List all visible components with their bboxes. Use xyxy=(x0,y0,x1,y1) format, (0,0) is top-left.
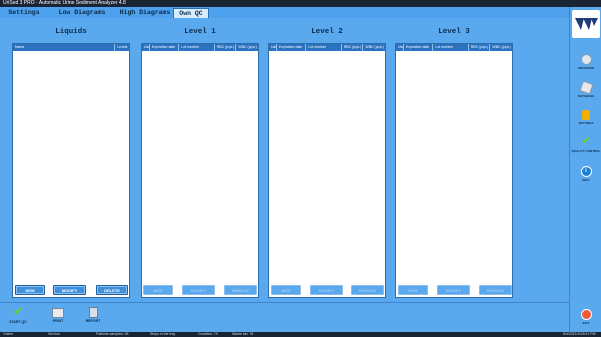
liquids-title: Liquids xyxy=(55,28,87,36)
col-expiration-date[interactable]: Expiration date xyxy=(277,44,307,51)
report-icon xyxy=(88,307,98,318)
level-2-header: Use Expiration date Lot number RBC (p/µL… xyxy=(269,44,385,51)
printer-icon xyxy=(52,308,64,318)
modify-liquid-button[interactable]: MODIFY xyxy=(53,285,86,295)
status-datetime: 8/4/2023 8:28:01 PM xyxy=(563,332,596,336)
col-rbc[interactable]: RBC (p/µL) xyxy=(215,44,237,51)
sidebar-item-label: QUALITY CONTROL xyxy=(571,149,601,153)
gear-icon xyxy=(580,54,592,65)
info-icon: i xyxy=(580,166,592,177)
col-name[interactable]: Name xyxy=(13,44,116,51)
col-use[interactable]: Use xyxy=(396,44,404,51)
col-expiration-date[interactable]: Expiration date xyxy=(150,44,180,51)
col-lot-number[interactable]: Lot number xyxy=(306,44,342,51)
report-button[interactable]: REPORT xyxy=(78,305,108,331)
sidebar-item-label: DATABASE xyxy=(577,94,595,98)
col-use[interactable]: Use xyxy=(142,44,150,51)
level-1-new-button[interactable]: NEW xyxy=(143,285,173,295)
status-online: Online xyxy=(3,332,14,336)
power-icon xyxy=(580,309,592,320)
sidebar-item-program[interactable]: PROGRAM xyxy=(571,52,601,76)
brand-logo xyxy=(572,10,600,38)
right-sidebar: PROGRAM DATABASE SETTINGS ✔ QUALITY CONT… xyxy=(569,7,601,337)
liquids-header: Name Levels xyxy=(13,44,129,51)
new-liquid-button[interactable]: NEW xyxy=(15,285,45,295)
level-1-modify-button[interactable]: MODIFY xyxy=(182,285,215,295)
tab-own-qc[interactable]: Own QC xyxy=(173,8,209,18)
level-3-remove-button[interactable]: REMOVE xyxy=(479,285,512,295)
sidebar-item-quality-control[interactable]: ✔ QUALITY CONTROL xyxy=(571,136,601,160)
status-bar: Online Service Patients samples: 45 Stri… xyxy=(0,332,601,337)
sidebar-item-info[interactable]: i INFO xyxy=(571,164,601,188)
sidebar-item-settings[interactable]: SETTINGS xyxy=(571,108,601,132)
delete-liquid-button[interactable]: DELETE xyxy=(96,285,128,295)
col-rbc[interactable]: RBC (p/µL) xyxy=(469,44,491,51)
bottom-button-label: REPORT xyxy=(85,319,101,323)
bottom-toolbar: ✔ START QC PRINT REPORT xyxy=(0,302,569,332)
col-expiration-date[interactable]: Expiration date xyxy=(404,44,434,51)
level-2-table[interactable]: Use Expiration date Lot number RBC (p/µL… xyxy=(268,43,386,298)
col-use[interactable]: Use xyxy=(269,44,277,51)
sidebar-item-label: INFO xyxy=(582,178,590,182)
print-button[interactable]: PRINT xyxy=(43,305,73,331)
logo-icon xyxy=(575,18,598,30)
exit-label: EXIT xyxy=(582,321,590,325)
level-1-header: Use Expiration date Lot number RBC (p/µL… xyxy=(142,44,258,51)
database-icon xyxy=(578,80,594,95)
status-service: Service xyxy=(48,332,60,336)
sidebar-item-database[interactable]: DATABASE xyxy=(571,80,601,104)
col-lot-number[interactable]: Lot number xyxy=(179,44,215,51)
level-2-new-button[interactable]: NEW xyxy=(271,285,301,295)
col-wbc[interactable]: WBC (p/µL) xyxy=(236,44,258,51)
tab-bar: Settings Low Diagrams High Diagrams Own … xyxy=(0,7,601,18)
col-lot-number[interactable]: Lot number xyxy=(433,44,469,51)
col-rbc[interactable]: RBC (p/µL) xyxy=(342,44,364,51)
sidebar-item-label: PROGRAM xyxy=(578,66,594,70)
checkmark-icon: ✔ xyxy=(581,136,591,147)
level-3-header: Use Expiration date Lot number RBC (p/µL… xyxy=(396,44,512,51)
level-2-modify-button[interactable]: MODIFY xyxy=(310,285,343,295)
window-title: UriSed 3 PRO - Automatic Urine Sediment … xyxy=(0,0,601,7)
status-strips: Strips in the tray xyxy=(150,332,176,336)
status-patients: Patients samples: 45 xyxy=(96,332,129,336)
level-1-table[interactable]: Use Expiration date Lot number RBC (p/µL… xyxy=(141,43,259,298)
level-1-title: Level 1 xyxy=(184,28,216,36)
tab-low-diagrams[interactable]: Low Diagrams xyxy=(53,8,111,18)
col-wbc[interactable]: WBC (p/µL) xyxy=(363,44,385,51)
status-waste-bin: Waste bin: 78 xyxy=(232,332,254,336)
start-qc-button[interactable]: ✔ START QC xyxy=(3,305,33,331)
level-1-remove-button[interactable]: REMOVE xyxy=(224,285,257,295)
tab-high-diagrams[interactable]: High Diagrams xyxy=(114,8,176,18)
level-3-new-button[interactable]: NEW xyxy=(398,285,428,295)
level-3-table[interactable]: Use Expiration date Lot number RBC (p/µL… xyxy=(395,43,513,298)
level-2-remove-button[interactable]: REMOVE xyxy=(351,285,384,295)
bottom-button-label: START QC xyxy=(9,320,27,324)
level-3-title: Level 3 xyxy=(438,28,470,36)
level-2-title: Level 2 xyxy=(311,28,343,36)
qc-content: Liquids Name Levels NEW MODIFY DELETE Le… xyxy=(0,18,569,302)
level-3-modify-button[interactable]: MODIFY xyxy=(437,285,470,295)
sidebar-item-label: SETTINGS xyxy=(578,121,594,125)
checkmark-icon: ✔ xyxy=(13,306,23,318)
bottom-button-label: PRINT xyxy=(52,319,64,323)
wrench-icon xyxy=(582,110,590,120)
exit-button[interactable]: EXIT xyxy=(571,307,601,331)
status-cuvettes: Cuvettes: 79 xyxy=(198,332,218,336)
col-wbc[interactable]: WBC (p/µL) xyxy=(490,44,512,51)
tab-settings[interactable]: Settings xyxy=(3,8,45,18)
col-levels[interactable]: Levels xyxy=(115,44,129,51)
title-text: UriSed 3 PRO - Automatic Urine Sediment … xyxy=(3,0,126,6)
liquids-list[interactable]: Name Levels xyxy=(12,43,130,298)
